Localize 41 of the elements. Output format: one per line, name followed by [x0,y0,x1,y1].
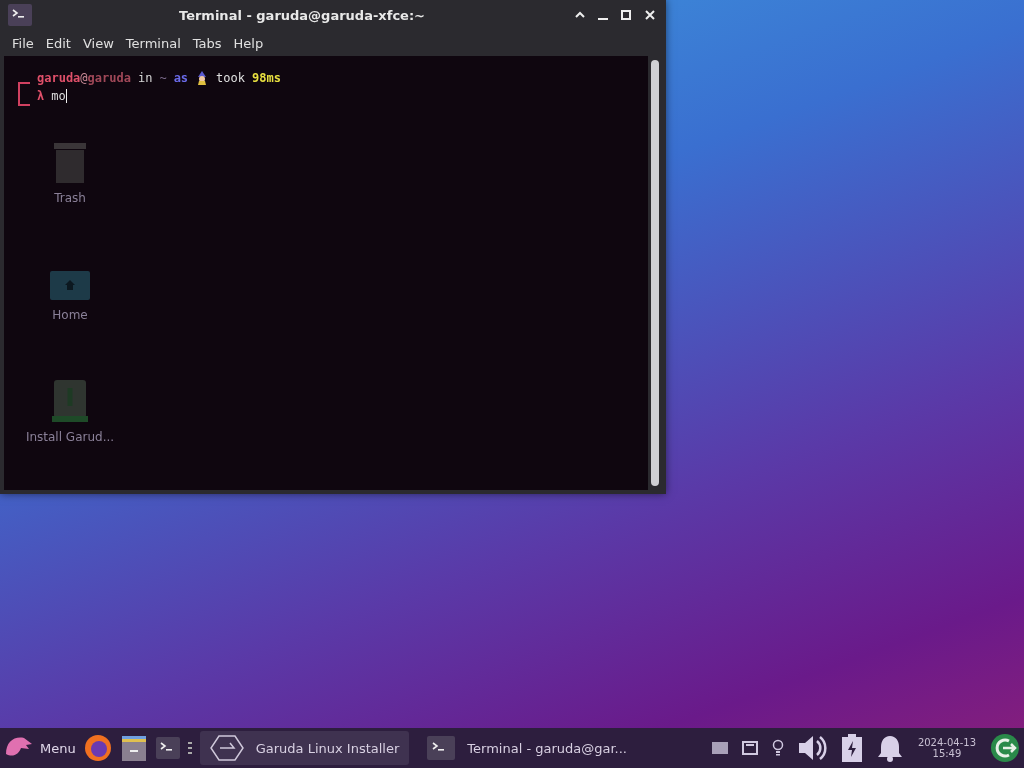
clock-date[interactable]: 2024-04-13 [917,737,976,748]
menu-button[interactable]: Menu [4,734,76,762]
menu-item[interactable]: Terminal [119,33,187,53]
file-cabinet-icon[interactable] [119,734,148,762]
installer-logo-icon [209,735,244,761]
menu-item[interactable]: File [6,33,40,53]
browser-icon[interactable] [83,734,112,762]
network-icon[interactable] [741,741,758,755]
prompt-text: took [216,70,245,85]
prompt-duration: 98ms [252,70,281,85]
maximize-button[interactable] [618,7,634,23]
lightbulb-icon[interactable] [771,739,784,757]
menu-item[interactable]: Tabs [186,33,228,53]
terminal-icon[interactable] [155,737,180,759]
prompt-text: in [137,70,153,85]
minimize-icon [598,18,608,20]
prompt-text: as [173,70,189,85]
clock-time[interactable]: 15:49 [932,748,962,759]
command-input[interactable]: mo [51,88,67,104]
terminal-icon [427,736,456,760]
desktop-icon-label: Install Garud... [25,430,115,444]
task-button[interactable]: Terminal - garuda@gar... [417,731,637,765]
menu-item[interactable]: View [76,33,120,53]
menu-item[interactable]: Edit [39,33,77,53]
prompt-directory: ~ [159,70,167,85]
menu-item[interactable]: Help [227,33,270,53]
separator-handle-icon [187,742,192,754]
window-title: Terminal - garuda@garuda-xfce:~ [178,7,426,23]
logout-icon[interactable] [990,733,1020,763]
battery-charging-icon[interactable] [841,734,862,762]
show-desktop-button[interactable] [711,742,728,754]
prompt-user: garuda@garuda [37,70,131,85]
desktop-icon-label: Trash [54,191,86,205]
speaker-icon[interactable] [797,735,828,761]
prompt-bracket [18,82,30,106]
terminal-app-icon[interactable] [8,4,32,26]
notification-bell-icon[interactable] [875,734,904,762]
task-button[interactable]: Garuda Linux Installer [199,731,410,765]
prompt-symbol: λ [37,89,45,103]
scrollbar-thumb[interactable] [651,60,659,486]
desktop-icon-label: Home [52,308,88,322]
